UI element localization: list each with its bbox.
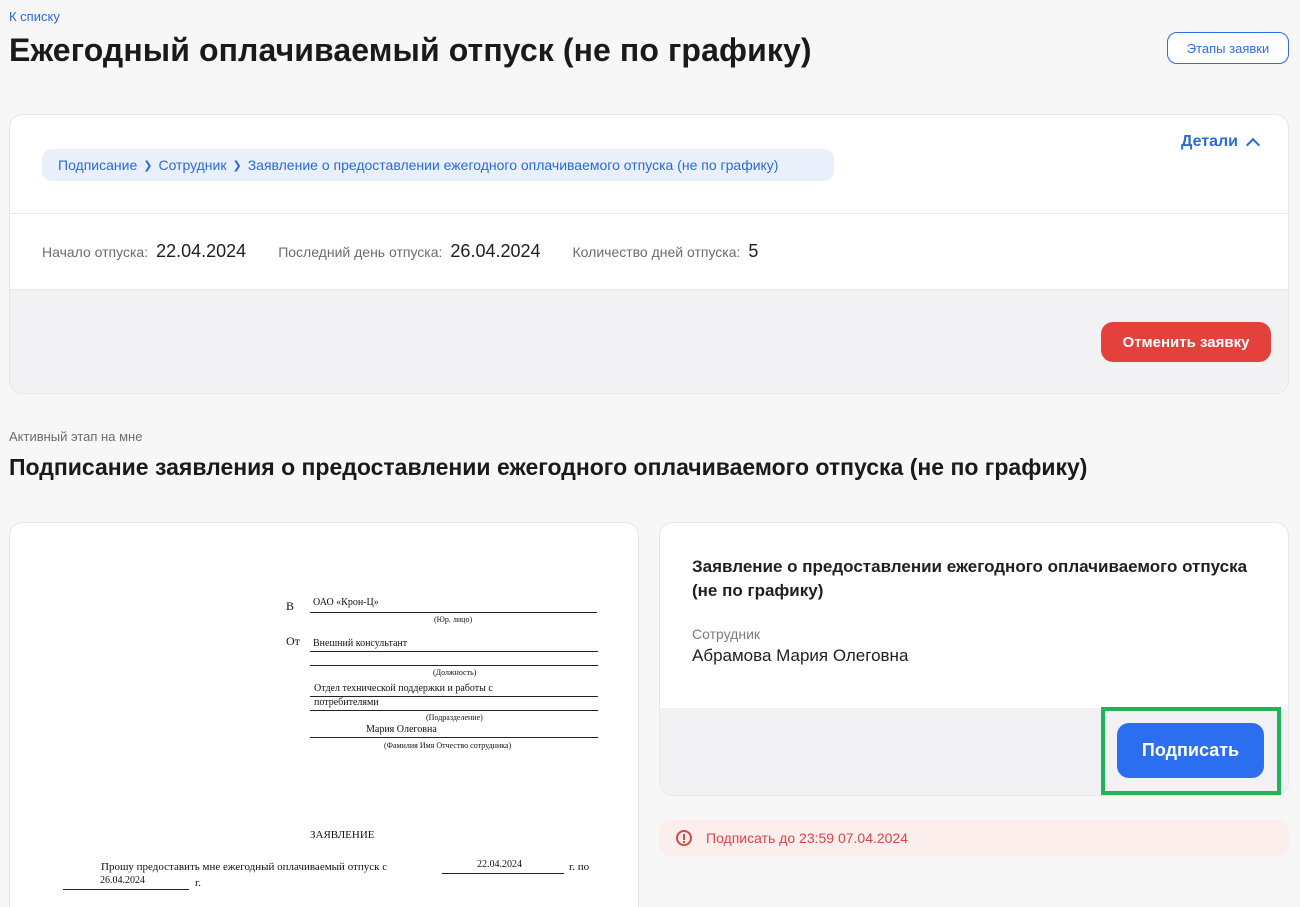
back-to-list-link[interactable]: К списку (9, 9, 60, 24)
request-stages-button[interactable]: Этапы заявки (1167, 32, 1289, 64)
field-label: Количество дней отпуска: (572, 244, 741, 260)
request-summary-card: Подписание ❯ Сотрудник ❯ Заявление о пре… (9, 114, 1289, 394)
stage-title: Подписание заявления о предоставлении еж… (9, 454, 1088, 480)
breadcrumb-item-signing[interactable]: Подписание (58, 157, 137, 173)
chevron-right-icon: ❯ (143, 159, 153, 172)
details-label: Детали (1180, 133, 1238, 150)
chevron-right-icon: ❯ (232, 159, 242, 172)
field-days-count: Количество дней отпуска: 5 (573, 241, 759, 262)
employee-label: Сотрудник (692, 626, 761, 642)
doc-name-value: Мария Олеговна (366, 724, 437, 735)
doc-underline (310, 737, 598, 738)
doc-to-word: г. по (569, 861, 590, 873)
doc-underline (63, 889, 189, 890)
doc-position-value: Внешний консультант (313, 638, 408, 649)
doc-to-label: В (286, 599, 295, 613)
field-label: Начало отпуска: (42, 244, 149, 260)
field-last-day: Последний день отпуска: 26.04.2024 (278, 241, 540, 262)
doc-department-line1: Отдел технической поддержки и работы с (314, 683, 493, 694)
divider (10, 213, 1288, 214)
doc-body-prefix: Прошу предоставить мне ежегодный оплачив… (101, 861, 388, 873)
doc-underline (310, 665, 598, 666)
card-actions: Отменить заявку (10, 289, 1288, 393)
vacation-fields: Начало отпуска: 22.04.2024 Последний день… (42, 241, 758, 262)
doc-year-suffix: г. (195, 877, 202, 889)
field-value: 22.04.2024 (156, 241, 247, 261)
deadline-alert: Подписать до 23:59 07.04.2024 (659, 820, 1289, 856)
details-toggle[interactable]: Детали (1180, 133, 1261, 153)
active-stage-label: Активный этап на мне (9, 429, 143, 444)
doc-caption: (Фамилия Имя Отчество сотрудника) (384, 741, 512, 750)
deadline-text: Подписать до 23:59 07.04.2024 (706, 830, 909, 846)
employee-name: Абрамова Мария Олеговна (692, 646, 909, 665)
doc-to-value: ОАО «Крон-Ц» (313, 597, 379, 608)
doc-caption: (Подразделение) (426, 713, 483, 722)
chevron-up-icon (1245, 137, 1261, 153)
doc-caption: (Должность) (433, 668, 477, 677)
doc-underline (310, 710, 598, 711)
alert-circle-icon (676, 830, 692, 846)
doc-heading: ЗАЯВЛЕНИЕ (310, 829, 375, 841)
sign-doc-title: Заявление о предоставлении ежегодного оп… (692, 557, 1248, 600)
doc-department-line2: потребителями (314, 697, 379, 708)
field-label: Последний день отпуска: (278, 244, 443, 260)
doc-caption: (Юр. лицо) (434, 615, 473, 624)
page-title: Ежегодный оплачиваемый отпуск (не по гра… (9, 32, 812, 68)
field-value: 5 (748, 241, 759, 261)
doc-from-label: От (286, 634, 300, 648)
doc-date-from: 22.04.2024 (477, 859, 522, 870)
document-preview: В ОАО «Крон-Ц» (Юр. лицо) От Внешний кон… (9, 522, 639, 907)
doc-underline (310, 612, 597, 613)
field-value: 26.04.2024 (450, 241, 541, 261)
field-start-date: Начало отпуска: 22.04.2024 (42, 241, 246, 262)
breadcrumb-item-document[interactable]: Заявление о предоставлении ежегодного оп… (248, 157, 779, 173)
cancel-request-button[interactable]: Отменить заявку (1101, 322, 1271, 362)
doc-underline (310, 651, 598, 652)
doc-date-to: 26.04.2024 (100, 875, 145, 886)
sign-button[interactable]: Подписать (1117, 723, 1264, 778)
breadcrumb: Подписание ❯ Сотрудник ❯ Заявление о пре… (42, 149, 834, 181)
breadcrumb-item-employee[interactable]: Сотрудник (158, 157, 226, 173)
doc-underline (442, 873, 564, 874)
